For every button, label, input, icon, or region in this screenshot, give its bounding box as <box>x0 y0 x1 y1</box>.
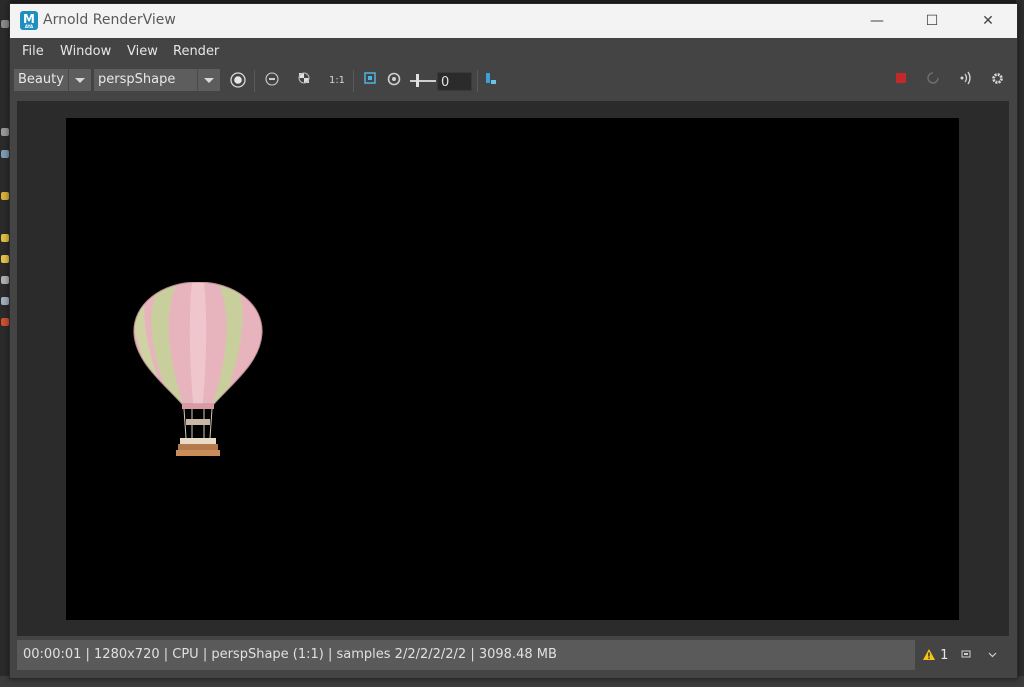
render-viewport[interactable] <box>17 101 1009 636</box>
host-shelf-icon <box>1 276 9 284</box>
menu-file[interactable]: File <box>22 44 44 59</box>
arnold-renderview-window: M AYA Arnold RenderView — ☐ ✕ File Windo… <box>9 3 1018 679</box>
toolbar: Beauty perspShape 1:1 0 <box>10 65 1017 97</box>
host-shelf-icon <box>1 128 9 136</box>
warning-count: 1 <box>940 648 949 663</box>
title-bar[interactable]: M AYA Arnold RenderView — ☐ ✕ <box>10 4 1017 38</box>
render-image[interactable] <box>66 118 959 620</box>
toolbar-divider <box>477 70 478 92</box>
aov-dropdown-value: Beauty <box>18 72 64 87</box>
close-button[interactable]: ✕ <box>973 10 1003 32</box>
status-bar: 00:00:01 | 1280x720 | CPU | perspShape (… <box>17 640 915 670</box>
maximize-button[interactable]: ☐ <box>917 10 947 32</box>
host-shelf-icon <box>1 318 9 326</box>
menu-view[interactable]: View <box>127 44 158 59</box>
toolbar-divider <box>254 70 255 92</box>
render-status-text: 00:00:01 | 1280x720 | CPU | perspShape (… <box>23 647 557 662</box>
app-icon-sublabel: AYA <box>24 24 34 29</box>
toolbar-divider <box>353 70 354 92</box>
warning-icon <box>923 649 935 660</box>
settings-icon[interactable] <box>987 71 1007 91</box>
crop-icon[interactable] <box>360 71 380 91</box>
host-shelf-icon <box>1 150 9 158</box>
warning-indicator[interactable]: 1 <box>922 648 952 666</box>
ipr-icon[interactable] <box>955 71 975 91</box>
refresh-icon[interactable] <box>923 71 943 91</box>
chevron-down-icon[interactable] <box>197 69 220 91</box>
host-shelf-icon <box>1 255 9 263</box>
lut-icon[interactable] <box>384 71 404 91</box>
menu-bar: File Window View Render <box>10 38 1017 65</box>
exposure-slider-handle[interactable] <box>416 74 419 87</box>
chevron-down-icon[interactable] <box>68 69 91 91</box>
chevron-down-icon[interactable] <box>984 648 1000 664</box>
host-shelf-icon <box>1 192 9 200</box>
log-icon[interactable] <box>958 648 974 664</box>
exposure-slider-track[interactable] <box>410 80 436 82</box>
window-title: Arnold RenderView <box>43 12 176 28</box>
minimize-button[interactable]: — <box>862 10 892 32</box>
checker-icon[interactable] <box>294 71 314 91</box>
one-to-one-icon[interactable]: 1:1 <box>327 71 347 91</box>
camera-dropdown-value: perspShape <box>98 72 176 87</box>
host-shelf-icon <box>1 297 9 305</box>
menu-render[interactable]: Render <box>173 44 219 59</box>
maya-app-icon: M AYA <box>20 11 38 30</box>
render-region-icon[interactable] <box>228 71 248 91</box>
menu-window[interactable]: Window <box>60 44 111 59</box>
aov-dropdown[interactable]: Beauty <box>14 69 91 91</box>
stop-icon[interactable] <box>891 71 911 91</box>
host-shelf-icon <box>1 234 9 242</box>
hot-air-balloon-render <box>133 282 263 456</box>
host-shelf-icon <box>1 20 9 28</box>
exposure-field[interactable]: 0 <box>437 72 472 91</box>
histogram-icon[interactable] <box>262 71 282 91</box>
camera-dropdown[interactable]: perspShape <box>94 69 220 91</box>
snapshot-icon[interactable] <box>481 71 501 91</box>
